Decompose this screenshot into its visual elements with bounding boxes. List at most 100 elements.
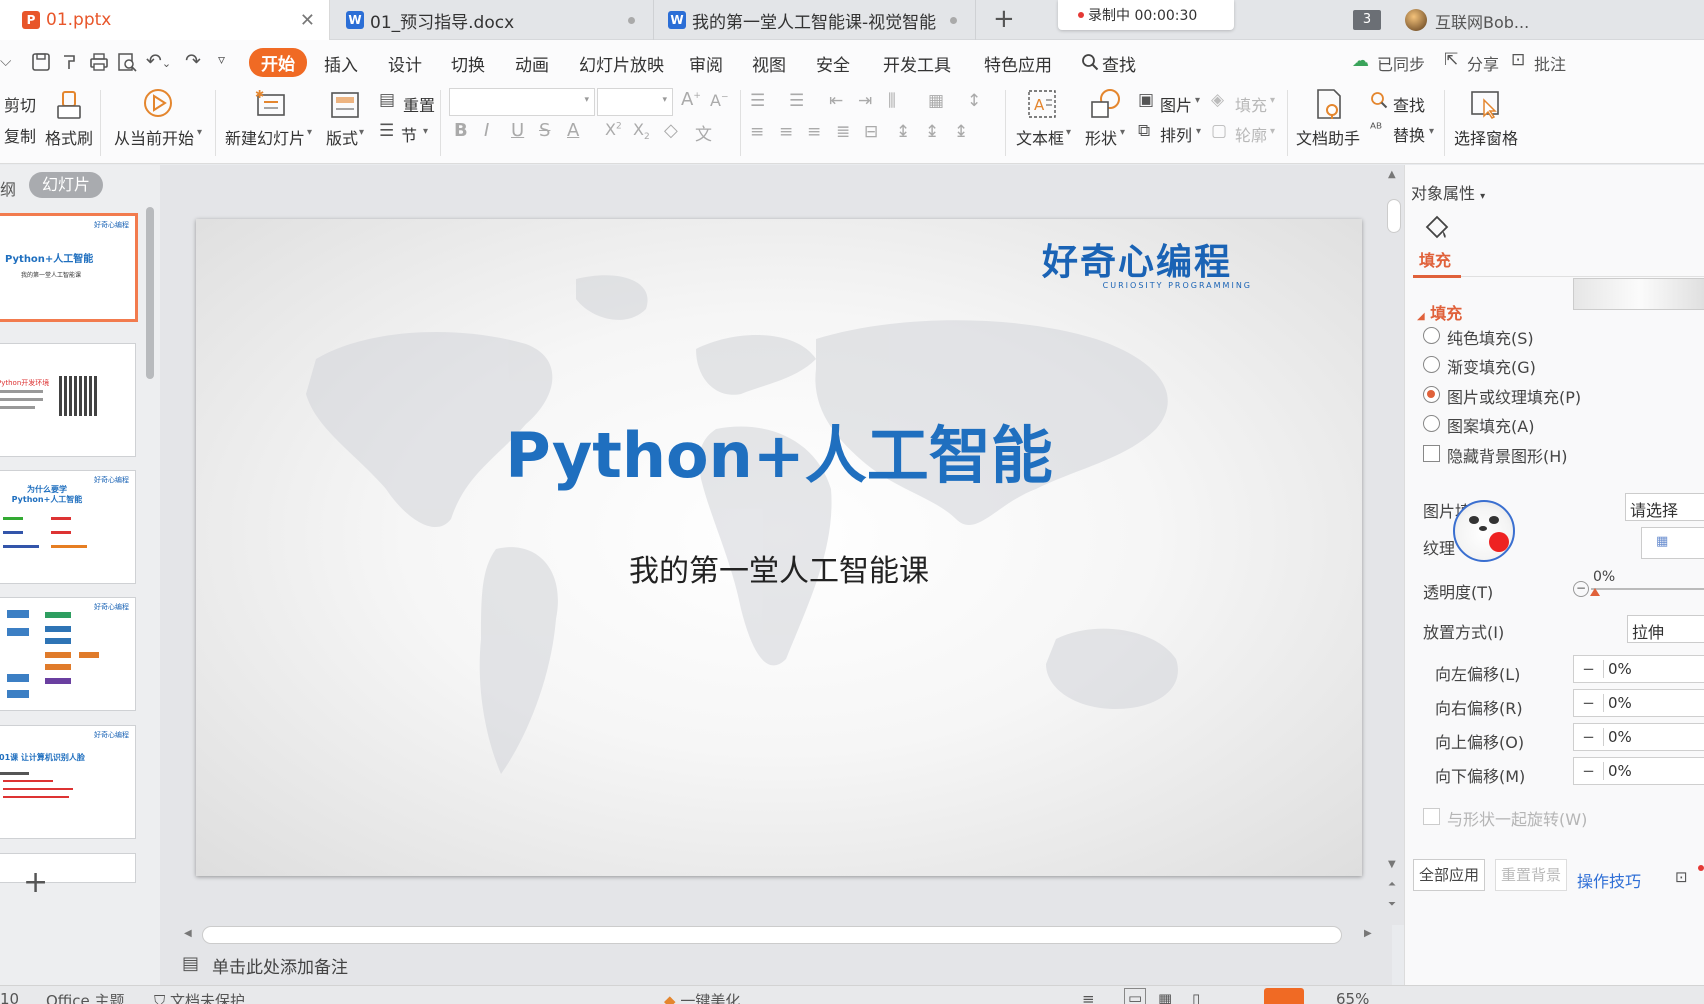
hide-background-checkbox[interactable] <box>1423 445 1440 462</box>
save-icon[interactable] <box>31 52 51 72</box>
offset-bottom-stepper[interactable]: −0% <box>1573 757 1704 785</box>
slide-canvas[interactable]: 好奇心编程 CURIOSITY PROGRAMMING Python+人工智能 … <box>196 219 1362 876</box>
reset-button[interactable]: 重置 <box>403 92 435 116</box>
view-normal-icon[interactable]: ▭ <box>1124 988 1147 1004</box>
tab-outline[interactable]: 纲 <box>0 176 16 200</box>
play-slideshow-button[interactable] <box>1264 988 1304 1004</box>
transparency-thumb[interactable] <box>1590 588 1600 596</box>
menu-review[interactable]: 审阅 <box>689 51 723 76</box>
bold-icon[interactable]: B <box>454 120 468 141</box>
tab-fill[interactable]: 填充 <box>1419 247 1451 271</box>
line-spacing-icon[interactable]: ↕ <box>967 91 981 111</box>
strikethrough-icon[interactable]: S <box>539 120 550 141</box>
radio-solid-fill[interactable] <box>1423 327 1440 344</box>
tab-pptx[interactable]: P 01.pptx ✕ <box>0 0 330 40</box>
menu-insert[interactable]: 插入 <box>324 51 358 76</box>
view-notes-icon[interactable]: ≡ <box>1082 990 1095 1004</box>
zoom-level[interactable]: 65% <box>1336 990 1369 1004</box>
clear-format-icon[interactable]: ◇ <box>664 120 678 141</box>
tab-docx-guide[interactable]: W 01_预习指导.docx <box>332 0 654 40</box>
panel-header[interactable]: 对象属性 ▾ <box>1411 180 1485 204</box>
menu-slideshow[interactable]: 幻灯片放映 <box>579 51 664 76</box>
section-button[interactable]: 节 <box>401 122 417 146</box>
scroll-right-icon[interactable]: ▶ <box>1364 928 1372 939</box>
justify-icon[interactable]: ≣ <box>836 122 850 142</box>
offset-top-stepper[interactable]: −0% <box>1573 723 1704 751</box>
increase-indent-icon[interactable]: ⇥ <box>858 91 872 111</box>
decrease-indent-icon[interactable]: ⇤ <box>829 91 843 111</box>
play-from-current-button[interactable]: 从当前开始 <box>114 125 194 149</box>
text-direction-icon[interactable]: ⫼ <box>888 91 896 111</box>
numbered-list-icon[interactable]: ☰ <box>789 91 804 111</box>
cut-button[interactable]: 剪切 <box>4 92 36 116</box>
columns-icon[interactable]: ▦ <box>928 91 944 111</box>
fill-bucket-icon[interactable] <box>1423 213 1451 241</box>
user-name[interactable]: 互联网Bob... <box>1435 9 1529 33</box>
avatar[interactable] <box>1405 9 1427 31</box>
menu-animation[interactable]: 动画 <box>515 51 549 76</box>
view-sorter-icon[interactable]: ▦ <box>1158 990 1172 1004</box>
collapse-chevron-icon[interactable]: ⌵ <box>0 52 11 70</box>
scroll-thumb[interactable] <box>202 926 1342 944</box>
picture-button[interactable]: 图片 <box>1160 92 1192 116</box>
para-before-icon[interactable]: ↨ <box>925 122 939 142</box>
increase-font-icon[interactable]: A+ <box>681 89 701 110</box>
transparency-slider[interactable] <box>1591 588 1704 590</box>
protect-status[interactable]: ⛉ 文档未保护 <box>154 990 245 1004</box>
share-button[interactable]: 分享 <box>1467 51 1499 75</box>
transparency-minus-button[interactable]: − <box>1573 581 1589 597</box>
slide-thumbnail-5[interactable]: 好奇心编程 01课 让计算机识别人脸 <box>0 725 136 839</box>
shape-button[interactable]: 形状 <box>1085 125 1117 149</box>
texture-select[interactable]: ▦ <box>1641 527 1704 559</box>
horizontal-scrollbar[interactable]: ◀ ▶ <box>180 926 1380 946</box>
panda-avatar[interactable] <box>1453 500 1515 562</box>
close-icon[interactable]: ✕ <box>300 10 315 31</box>
scroll-up-icon[interactable]: ▲ <box>1388 169 1396 180</box>
tab-slides[interactable]: 幻灯片 <box>29 172 103 198</box>
undo-icon[interactable]: ↶⌄ <box>146 50 171 72</box>
rotate-with-shape-checkbox[interactable] <box>1423 808 1440 825</box>
placement-select[interactable]: 拉伸 <box>1627 615 1704 643</box>
sync-button[interactable]: 已同步 <box>1377 51 1425 75</box>
scroll-thumb[interactable] <box>1387 199 1401 233</box>
slide-title[interactable]: Python+人工智能 <box>196 405 1362 495</box>
new-tab-button[interactable]: + <box>993 4 1015 34</box>
menu-developer[interactable]: 开发工具 <box>883 51 951 76</box>
outline-button[interactable]: 轮廓 <box>1235 122 1267 146</box>
menu-home[interactable]: 开始 <box>249 48 307 77</box>
fill-button[interactable]: 填充 <box>1235 92 1267 116</box>
next-slide-icon[interactable]: ⏷ <box>1388 899 1396 910</box>
menu-view[interactable]: 视图 <box>752 51 786 76</box>
radio-picture-fill[interactable] <box>1423 386 1440 403</box>
minus-icon[interactable]: − <box>1574 694 1604 712</box>
underline-icon[interactable]: U <box>511 120 524 141</box>
menu-design[interactable]: 设计 <box>388 51 422 76</box>
selection-pane-button[interactable]: 选择窗格 <box>1454 125 1518 149</box>
minus-icon[interactable]: − <box>1574 762 1604 780</box>
menu-transition[interactable]: 切换 <box>451 51 485 76</box>
slide-thumbnail-4[interactable]: 好奇心编程 <box>0 597 136 711</box>
fill-section-header[interactable]: ◢ 填充 <box>1417 300 1462 324</box>
new-slide-button[interactable]: 新建幻灯片 <box>225 125 305 149</box>
copy-button[interactable]: 复制 <box>4 123 36 147</box>
add-slide-button[interactable]: + <box>23 865 48 900</box>
reset-background-button[interactable]: 重置背景 <box>1495 859 1567 891</box>
align-right-icon[interactable]: ≡ <box>807 122 821 142</box>
radio-pattern-fill[interactable] <box>1423 415 1440 432</box>
offset-left-stepper[interactable]: −0% <box>1573 655 1704 683</box>
menu-search[interactable]: 查找 <box>1102 51 1136 76</box>
distributed-icon[interactable]: ⊟ <box>864 122 878 142</box>
align-center-icon[interactable]: ≡ <box>779 122 793 142</box>
slide-thumbnail-3[interactable]: 好奇心编程 为什么要学 Python+人工智能 <box>0 470 136 584</box>
minus-icon[interactable]: − <box>1574 660 1604 678</box>
scroll-down-icon[interactable]: ▼ <box>1388 859 1396 870</box>
menu-security[interactable]: 安全 <box>816 51 850 76</box>
thumb-scrollbar[interactable] <box>146 207 154 379</box>
theme-name[interactable]: Office 主题 <box>46 990 125 1004</box>
font-name-select[interactable]: ▾ <box>449 88 595 116</box>
picture-source-select[interactable]: 请选择 <box>1625 493 1704 521</box>
redo-icon[interactable]: ↷ <box>185 50 201 72</box>
format-brush-icon[interactable] <box>60 52 80 72</box>
para-after-icon[interactable]: ↨ <box>954 122 968 142</box>
apply-all-button[interactable]: 全部应用 <box>1413 859 1485 891</box>
